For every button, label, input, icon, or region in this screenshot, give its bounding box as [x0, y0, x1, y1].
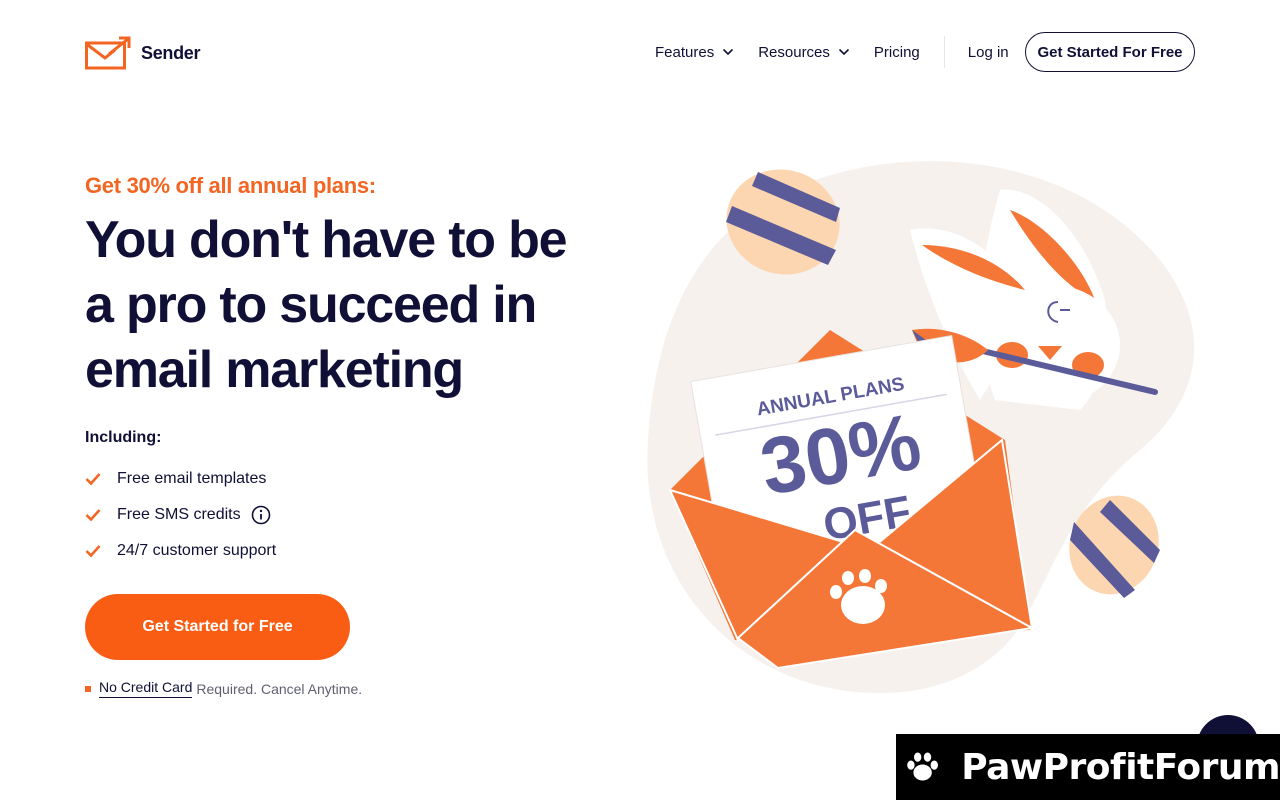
- feature-label: Free email templates: [117, 470, 267, 487]
- promo-text: Get 30% off all annual plans:: [85, 173, 376, 198]
- chevron-down-icon: [723, 48, 734, 56]
- no-credit-card-link[interactable]: No Credit Card: [99, 679, 193, 698]
- including-label: Including:: [85, 429, 162, 446]
- nav-login-label: Log in: [967, 43, 1009, 61]
- header-get-started-button[interactable]: Get Started For Free: [1025, 32, 1195, 72]
- main-nav: Features Resources Pricing Log in: [655, 32, 1033, 72]
- nav-pricing-label: Pricing: [873, 43, 920, 61]
- brand-name: Sender: [141, 42, 201, 63]
- nav-features-label: Features: [655, 43, 715, 61]
- list-item: Free SMS credits: [85, 497, 276, 533]
- watermark-text: PawProfitForum: [961, 746, 1280, 788]
- brand-logo[interactable]: Sender: [85, 36, 201, 70]
- info-icon[interactable]: [251, 505, 271, 525]
- no-credit-card-note: No Credit Card Required. Cancel Anytime.: [85, 679, 362, 698]
- easter-bunny-envelope-illustration: ANNUAL PLANS 30% OFF: [647, 161, 1195, 694]
- list-item: Free email templates: [85, 461, 276, 497]
- note-text: Required. Cancel Anytime.: [196, 680, 363, 697]
- feature-list: Free email templates Free SMS credits 24…: [85, 461, 276, 569]
- chevron-down-icon: [838, 48, 849, 56]
- nav-resources-label: Resources: [758, 43, 830, 61]
- site-header: Sender Features Resources Pricing Log in…: [0, 0, 1280, 104]
- feature-label: 24/7 customer support: [117, 542, 277, 559]
- sender-logo-icon: [85, 36, 131, 70]
- hero-headline: You don't have to be a pro to succeed in…: [85, 211, 568, 399]
- check-icon: [85, 545, 101, 558]
- note-bullet: [85, 685, 91, 692]
- get-started-button[interactable]: Get Started for Free: [85, 594, 350, 660]
- nav-features[interactable]: Features: [655, 44, 734, 61]
- feature-label: Free SMS credits: [117, 506, 241, 523]
- watermark-banner: PawProfitForum: [896, 734, 1280, 800]
- list-item: 24/7 customer support: [85, 533, 276, 569]
- nav-pricing[interactable]: Pricing: [874, 44, 920, 61]
- check-icon: [85, 509, 101, 522]
- nav-divider: [943, 36, 945, 68]
- check-icon: [85, 473, 101, 486]
- nav-login-link[interactable]: Log in: [968, 44, 1009, 61]
- nav-resources[interactable]: Resources: [758, 44, 850, 61]
- paw-icon: [907, 752, 938, 781]
